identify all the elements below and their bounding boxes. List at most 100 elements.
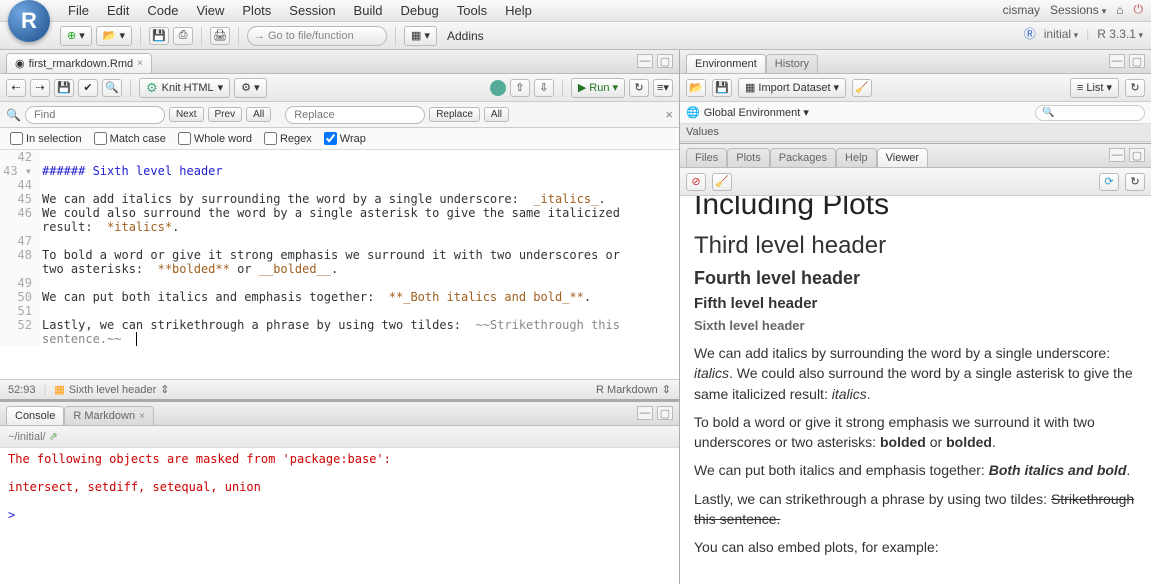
remove-icon[interactable]: ⊘ — [686, 173, 706, 191]
list-view-button[interactable]: ≡ List ▾ — [1070, 78, 1119, 98]
import-dataset-button[interactable]: ▦ Import Dataset ▾ — [738, 78, 846, 98]
user-label: cismay — [1003, 3, 1040, 17]
section-label[interactable]: Sixth level header — [69, 384, 156, 396]
close-find-icon[interactable]: × — [665, 107, 673, 122]
env-search-input[interactable] — [1035, 105, 1145, 121]
close-icon[interactable]: × — [139, 411, 145, 422]
refresh-icon[interactable]: ↻ — [1125, 173, 1145, 191]
menu-debug[interactable]: Debug — [400, 3, 438, 18]
chunks-icon[interactable]: ≡▾ — [653, 79, 673, 97]
close-icon[interactable]: × — [137, 58, 143, 69]
lang-label[interactable]: R Markdown — [596, 384, 658, 396]
minimize-icon[interactable]: — — [1109, 54, 1125, 68]
save-button[interactable]: 💾 — [149, 27, 169, 45]
maximize-icon[interactable]: ▢ — [657, 406, 673, 420]
menu-build[interactable]: Build — [354, 3, 383, 18]
refresh-icon[interactable]: ↻ — [1125, 79, 1145, 97]
tab-viewer[interactable]: Viewer — [877, 148, 928, 167]
opt-inselection[interactable]: In selection — [10, 132, 82, 145]
power-icon[interactable]: ⏻ — [1134, 2, 1144, 17]
open-project-button[interactable]: 📂▾ — [96, 26, 132, 46]
rstudio-logo: R — [8, 0, 50, 42]
opt-wholeword[interactable]: Whole word — [178, 132, 252, 145]
scope-select[interactable]: Global Environment ▾ — [704, 106, 809, 119]
minimize-icon[interactable]: — — [637, 406, 653, 420]
save-icon[interactable]: 💾 — [712, 79, 732, 97]
tab-label: first_rmarkdown.Rmd — [29, 58, 134, 70]
nav-next-icon[interactable]: ⇩ — [534, 79, 554, 97]
tab-help[interactable]: Help — [836, 148, 877, 167]
code-editor[interactable]: 42 43 ▾###### Sixth level header44 45We … — [0, 150, 679, 379]
tab-packages[interactable]: Packages — [770, 148, 836, 167]
console-line: intersect, setdiff, setequal, union — [8, 480, 671, 494]
menu-tools[interactable]: Tools — [457, 3, 487, 18]
rerun-icon[interactable]: ↻ — [629, 79, 649, 97]
separator — [140, 27, 141, 45]
menu-plots[interactable]: Plots — [242, 3, 271, 18]
viewer-p4: Lastly, we can strikethrough a phrase by… — [694, 489, 1137, 530]
addins-menu[interactable]: Addins — [447, 29, 484, 43]
minimize-icon[interactable]: — — [1109, 148, 1125, 162]
console-output[interactable]: The following objects are masked from 'p… — [0, 448, 679, 584]
maximize-icon[interactable]: ▢ — [1129, 148, 1145, 162]
tab-environment[interactable]: Environment — [686, 54, 766, 73]
clear-icon[interactable]: 🧹 — [852, 79, 872, 97]
nav-prev-icon[interactable]: ⇧ — [510, 79, 530, 97]
r-version-menu[interactable]: R 3.3.1 — [1097, 27, 1143, 41]
grid-button[interactable]: ▦ ▾ — [404, 26, 437, 46]
replace-input[interactable] — [285, 106, 425, 124]
viewer-h3: Third level header — [694, 232, 1137, 260]
find-icon[interactable]: 🔍 — [102, 79, 122, 97]
menu-code[interactable]: Code — [147, 3, 178, 18]
cursor-position: 52:93 — [8, 384, 36, 396]
opt-wrap[interactable]: Wrap — [324, 132, 366, 145]
find-input[interactable] — [25, 106, 165, 124]
replace-all-button[interactable]: All — [484, 107, 509, 122]
sync-icon[interactable]: ⟳ — [1099, 173, 1119, 191]
topright: cismay Sessions ⌂ ⏻ — [1003, 2, 1143, 17]
spellcheck-icon[interactable]: ✔ — [78, 79, 98, 97]
menu-help[interactable]: Help — [505, 3, 532, 18]
knit-button[interactable]: Knit HTML ▾ — [139, 78, 230, 98]
goto-file-input[interactable]: → Go to file/function — [247, 26, 387, 46]
fwd-icon[interactable]: ⇢ — [30, 79, 50, 97]
load-icon[interactable]: 📂 — [686, 79, 706, 97]
gear-button[interactable]: ⚙ ▾ — [234, 78, 266, 98]
maximize-icon[interactable]: ▢ — [1129, 54, 1145, 68]
menu-edit[interactable]: Edit — [107, 3, 129, 18]
console-prompt[interactable]: > — [8, 508, 671, 522]
back-icon[interactable]: ⇠ — [6, 79, 26, 97]
browse-icon[interactable]: ⇗ — [49, 430, 58, 443]
opt-regex[interactable]: Regex — [264, 132, 312, 145]
opt-matchcase[interactable]: Match case — [94, 132, 166, 145]
tab-plots[interactable]: Plots — [727, 148, 769, 167]
menu-view[interactable]: View — [196, 3, 224, 18]
find-prev-button[interactable]: Prev — [208, 107, 243, 122]
project-menu[interactable]: initial — [1044, 27, 1078, 41]
sessions-menu[interactable]: Sessions — [1050, 3, 1106, 17]
replace-button[interactable]: Replace — [429, 107, 480, 122]
print-button[interactable]: 🖨 — [210, 27, 230, 45]
run-button[interactable]: ▶ Run ▾ — [571, 78, 625, 98]
viewer-tabbar: Files Plots Packages Help Viewer — ▢ — [680, 144, 1151, 168]
source-tabbar: ◉ first_rmarkdown.Rmd × — ▢ — [0, 50, 679, 74]
tab-files[interactable]: Files — [686, 148, 727, 167]
maximize-icon[interactable]: ▢ — [657, 54, 673, 68]
new-file-button[interactable]: ⊕▾ — [60, 26, 92, 46]
home-icon[interactable]: ⌂ — [1116, 3, 1123, 17]
minimize-icon[interactable]: — — [637, 54, 653, 68]
tab-console[interactable]: Console — [6, 406, 64, 425]
publish-icon[interactable] — [490, 80, 506, 96]
viewer-content[interactable]: Including Plots Third level header Fourt… — [680, 196, 1151, 584]
tab-rmarkdown[interactable]: R Markdown× — [64, 406, 154, 425]
menu-session[interactable]: Session — [289, 3, 335, 18]
find-next-button[interactable]: Next — [169, 107, 204, 122]
tab-history[interactable]: History — [766, 54, 818, 73]
section-icon: ▦ — [54, 383, 64, 396]
find-all-button[interactable]: All — [246, 107, 271, 122]
source-tab[interactable]: ◉ first_rmarkdown.Rmd × — [6, 53, 152, 73]
save-icon[interactable]: 💾 — [54, 79, 74, 97]
menu-file[interactable]: File — [68, 3, 89, 18]
saveall-button[interactable]: ⎙ — [173, 27, 193, 45]
clear-icon[interactable]: 🧹 — [712, 173, 732, 191]
